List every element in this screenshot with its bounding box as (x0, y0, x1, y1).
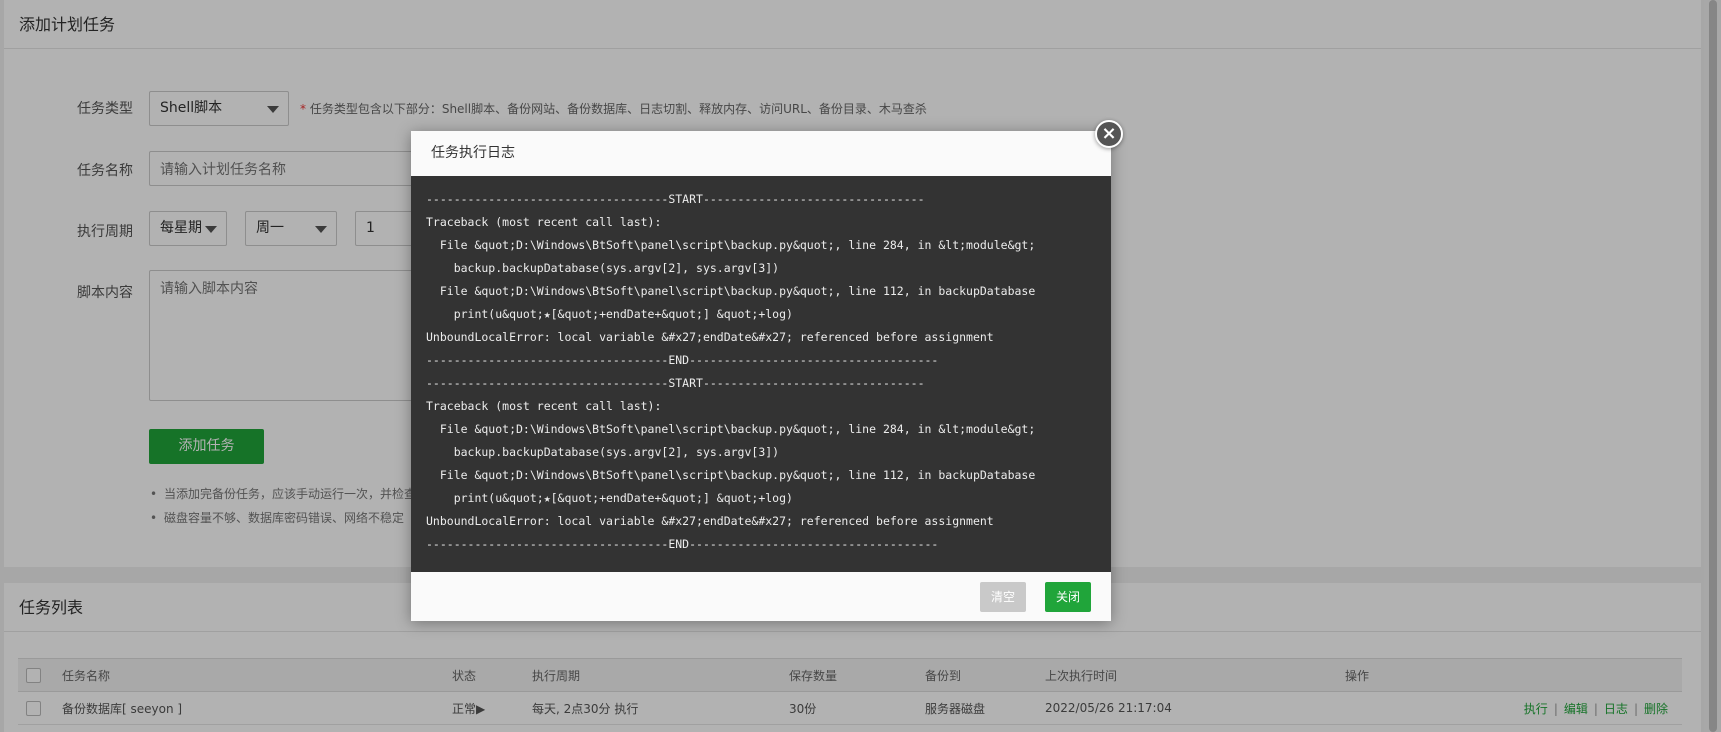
log-line: UnboundLocalError: local variable &#x27;… (426, 330, 994, 344)
close-icon[interactable]: × (1095, 120, 1123, 148)
clear-button[interactable]: 清空 (980, 582, 1026, 612)
log-line: File &quot;D:\Windows\BtSoft\panel\scrip… (426, 468, 1036, 482)
log-modal: 任务执行日志 ---------------------------------… (411, 131, 1111, 621)
log-line: -----------------------------------END--… (426, 537, 939, 551)
log-line: Traceback (most recent call last): (426, 399, 662, 413)
modal-footer: 清空 关闭 (411, 572, 1111, 621)
log-line: File &quot;D:\Windows\BtSoft\panel\scrip… (426, 422, 1036, 436)
log-line: backup.backupDatabase(sys.argv[2], sys.a… (426, 445, 780, 459)
log-line: -----------------------------------START… (426, 376, 925, 390)
log-line: print(u&quot;★[&quot;+endDate+&quot;] &q… (426, 307, 793, 321)
log-line: File &quot;D:\Windows\BtSoft\panel\scrip… (426, 238, 1036, 252)
log-line: backup.backupDatabase(sys.argv[2], sys.a… (426, 261, 780, 275)
log-line: -----------------------------------START… (426, 192, 925, 206)
log-line: File &quot;D:\Windows\BtSoft\panel\scrip… (426, 284, 1036, 298)
log-line: print(u&quot;★[&quot;+endDate+&quot;] &q… (426, 491, 793, 505)
log-output[interactable]: -----------------------------------START… (411, 176, 1111, 572)
modal-title: 任务执行日志 (411, 131, 1111, 176)
log-line: UnboundLocalError: local variable &#x27;… (426, 514, 994, 528)
log-line: Traceback (most recent call last): (426, 215, 662, 229)
close-button[interactable]: 关闭 (1045, 582, 1091, 612)
log-line: -----------------------------------END--… (426, 353, 939, 367)
